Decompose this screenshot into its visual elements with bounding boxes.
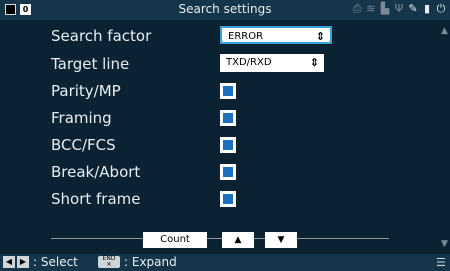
status-icons: ⎙ ≋ ▙ Ψ ✎ ▮ ⏻ — [352, 3, 446, 15]
break-abort-label: Break/Abort — [51, 163, 141, 181]
divider — [51, 238, 389, 239]
footer-bar: ◀ ▶ : Select END ✕ : Expand ☰ — [0, 254, 450, 271]
printer-icon: ⎙ — [352, 2, 362, 15]
search-factor-dropdown[interactable]: ERROR ⇕ — [220, 26, 332, 44]
parity-checkbox[interactable] — [220, 83, 236, 99]
target-line-dropdown[interactable]: TXD/RXD ⇕ — [220, 54, 324, 72]
end-key-icon: END ✕ — [98, 256, 120, 268]
framing-label: Framing — [51, 109, 112, 127]
settings-panel: Search factor ERROR ⇕ Target line TXD/RX… — [0, 20, 440, 254]
checkbox-mark — [223, 194, 233, 204]
framing-checkbox[interactable] — [220, 110, 236, 126]
network-icon: ▙ — [380, 2, 390, 15]
tool-icon: ✎ — [408, 2, 418, 15]
battery-plug-icon: ⏻ — [436, 2, 446, 15]
search-factor-value: ERROR — [228, 31, 264, 42]
chevron-updown-icon: ⇕ — [309, 56, 319, 69]
chevron-updown-icon: ⇕ — [315, 30, 325, 43]
scroll-down-button[interactable]: ▼ — [265, 232, 297, 248]
search-factor-label: Search factor — [51, 27, 152, 45]
short-frame-label: Short frame — [51, 190, 141, 208]
parity-label: Parity/MP — [51, 82, 121, 100]
checkbox-mark — [223, 113, 233, 123]
expand-hint: : Expand — [124, 255, 177, 269]
usb-icon: Ψ — [394, 2, 404, 15]
scroll-up-icon[interactable]: ▲ — [441, 26, 448, 36]
select-hint: : Select — [33, 255, 78, 269]
end-key-label: END — [102, 255, 116, 262]
right-arrow-key-icon: ▶ — [17, 256, 29, 268]
bcc-checkbox[interactable] — [220, 137, 236, 153]
bcc-label: BCC/FCS — [51, 136, 116, 154]
target-line-value: TXD/RXD — [226, 57, 272, 68]
wifi-icon: ≋ — [366, 2, 376, 15]
sdcard-icon: ▮ — [423, 2, 431, 15]
checkbox-mark — [223, 167, 233, 177]
count-button[interactable]: Count — [143, 232, 207, 248]
scroll-down-icon[interactable]: ▼ — [441, 239, 448, 249]
target-line-label: Target line — [51, 55, 130, 73]
title-bar: 0 Search settings ⎙ ≋ ▙ Ψ ✎ ▮ ⏻ — [0, 0, 450, 20]
left-arrow-key-icon: ◀ — [3, 256, 15, 268]
menu-icon[interactable]: ☰ — [436, 256, 446, 269]
break-abort-checkbox[interactable] — [220, 164, 236, 180]
short-frame-checkbox[interactable] — [220, 191, 236, 207]
scroll-up-button[interactable]: ▲ — [222, 232, 254, 248]
checkbox-mark — [223, 86, 233, 96]
checkbox-mark — [223, 140, 233, 150]
